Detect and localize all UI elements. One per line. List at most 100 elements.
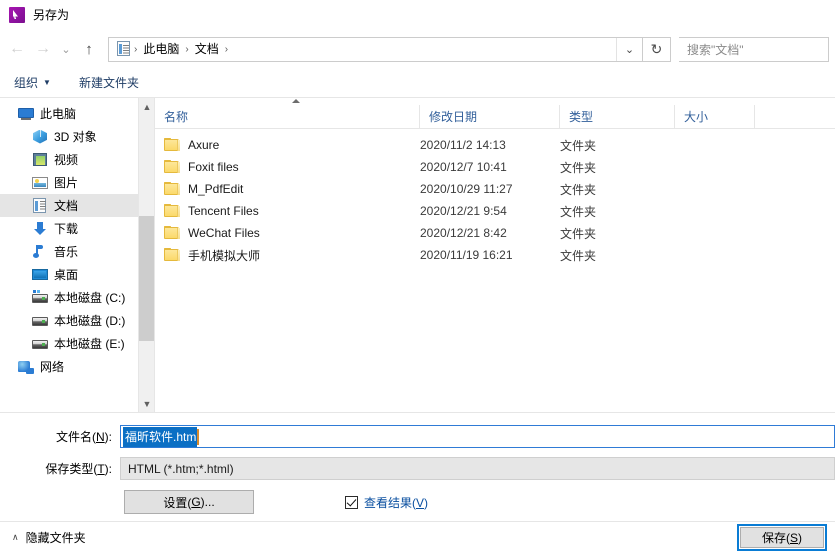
videos-icon bbox=[32, 152, 48, 168]
file-list: 名称 修改日期 类型 大小 Axure 2020/11/2 14:13 文件夹 Fox… bbox=[155, 98, 835, 412]
cell-name: WeChat Files bbox=[155, 226, 420, 240]
sidebar-item-7[interactable]: 桌面 bbox=[0, 263, 154, 286]
organize-button[interactable]: 组织 ▼ bbox=[12, 71, 59, 94]
chevron-up-icon[interactable]: ▲ bbox=[139, 98, 154, 115]
sidebar-item-label: 此电脑 bbox=[40, 107, 77, 121]
text-cursor bbox=[197, 428, 200, 445]
command-bar: 组织 ▼ 新建文件夹 bbox=[0, 68, 835, 98]
cell-name: M_PdfEdit bbox=[155, 182, 420, 196]
sidebar-item-label: 本地磁盘 (D:) bbox=[54, 314, 126, 328]
column-headers: 名称 修改日期 类型 大小 bbox=[155, 105, 835, 129]
sidebar-item-label: 图片 bbox=[54, 176, 79, 190]
breadcrumb-separator: › bbox=[224, 43, 229, 55]
cell-name: Axure bbox=[155, 138, 420, 152]
ascending-caret-icon bbox=[155, 98, 835, 105]
sidebar-item-0[interactable]: 此电脑 bbox=[0, 102, 154, 125]
scrollbar-thumb[interactable] bbox=[139, 216, 154, 341]
cell-type: 文件夹 bbox=[560, 204, 597, 219]
folder-icon bbox=[164, 226, 180, 240]
sidebar-item-label: 下载 bbox=[54, 222, 79, 236]
breadcrumb-item-1[interactable]: 文档 bbox=[190, 39, 224, 59]
view-result-label[interactable]: 查看结果(V) bbox=[364, 494, 428, 511]
filetype-select[interactable]: HTML (*.htm;*.html) bbox=[120, 457, 835, 480]
save-as-dialog: 另存为 ← → ⌄ ↑ › 此电脑 › 文档 › ⌄ ↻ 搜索"文档" 组织 ▼… bbox=[0, 0, 835, 553]
sidebar-item-1[interactable]: 3D 对象 bbox=[0, 125, 154, 148]
folder-tree: 此电脑 3D 对象视频图片文档下载音乐桌面本地磁盘 (C:) 本地磁盘 (D:) 本地… bbox=[0, 98, 154, 378]
save-form: 文件名(N): 福昕软件.htm 保存类型(T): HTML (*.htm;*.… bbox=[0, 413, 835, 521]
sidebar-item-6[interactable]: 音乐 bbox=[0, 240, 154, 263]
cell-type: 文件夹 bbox=[560, 226, 597, 241]
hide-folders-button[interactable]: ∧ 隐藏文件夹 bbox=[12, 529, 86, 546]
sidebar-item-3[interactable]: 图片 bbox=[0, 171, 154, 194]
sidebar-item-4[interactable]: 文档 bbox=[0, 194, 154, 217]
chevron-down-icon[interactable]: ⌄ bbox=[616, 37, 642, 61]
sidebar-item-label: 网络 bbox=[40, 360, 65, 374]
cell-type: 文件夹 bbox=[560, 182, 597, 197]
search-input[interactable]: 搜索"文档" bbox=[679, 36, 829, 62]
cell-date: 2020/11/19 16:21 bbox=[420, 248, 513, 262]
breadcrumb[interactable]: › 此电脑 › 文档 › bbox=[109, 38, 616, 61]
view-result-checkbox-wrap[interactable]: 查看结果(V) bbox=[345, 494, 428, 511]
cell-date: 2020/10/29 11:27 bbox=[420, 182, 513, 196]
new-folder-button[interactable]: 新建文件夹 bbox=[77, 71, 147, 94]
sidebar-item-10[interactable]: 本地磁盘 (E:) bbox=[0, 332, 154, 355]
address-bar[interactable]: › 此电脑 › 文档 › ⌄ ↻ bbox=[108, 36, 671, 62]
checkbox-checked-icon[interactable] bbox=[345, 495, 358, 509]
network-icon bbox=[18, 359, 34, 375]
music-icon bbox=[32, 244, 48, 260]
filename-value: 福昕软件.htm bbox=[123, 426, 198, 447]
sidebar-item-9[interactable]: 本地磁盘 (D:) bbox=[0, 309, 154, 332]
title-bar: 另存为 bbox=[0, 0, 835, 30]
table-row[interactable]: Foxit files 2020/12/7 10:41 文件夹 bbox=[155, 156, 835, 178]
file-name-text: WeChat Files bbox=[188, 226, 260, 240]
folder-icon bbox=[164, 248, 180, 262]
cell-type: 文件夹 bbox=[560, 138, 597, 153]
sidebar-item-5[interactable]: 下载 bbox=[0, 217, 154, 240]
cell-name: Tencent Files bbox=[155, 204, 420, 218]
table-row[interactable]: 手机模拟大师 2020/11/19 16:21 文件夹 bbox=[155, 244, 835, 266]
desktop-icon bbox=[32, 267, 48, 283]
sidebar-item-label: 视频 bbox=[54, 153, 79, 167]
system-drive-icon bbox=[32, 289, 48, 306]
refresh-icon[interactable]: ↻ bbox=[642, 37, 670, 61]
sidebar-item-11[interactable]: 网络 bbox=[0, 355, 154, 378]
breadcrumb-item-0[interactable]: 此电脑 bbox=[138, 39, 184, 59]
save-button[interactable]: 保存(S) bbox=[740, 527, 824, 548]
filename-input[interactable]: 福昕软件.htm bbox=[120, 425, 835, 448]
sidebar-item-label: 桌面 bbox=[54, 268, 79, 282]
table-row[interactable]: WeChat Files 2020/12/21 8:42 文件夹 bbox=[155, 222, 835, 244]
table-row[interactable]: Tencent Files 2020/12/21 9:54 文件夹 bbox=[155, 200, 835, 222]
column-header-name[interactable]: 名称 bbox=[155, 105, 420, 128]
column-header-date[interactable]: 修改日期 bbox=[420, 105, 560, 128]
column-header-filler bbox=[755, 105, 835, 128]
table-row[interactable]: M_PdfEdit 2020/10/29 11:27 文件夹 bbox=[155, 178, 835, 200]
filename-label: 文件名(N): bbox=[55, 430, 112, 444]
folder-icon bbox=[164, 160, 180, 174]
cell-date: 2020/12/21 9:54 bbox=[420, 204, 507, 218]
arrow-right-icon[interactable]: → bbox=[30, 36, 56, 62]
cell-name: 手机模拟大师 bbox=[155, 247, 420, 264]
chevron-down-icon[interactable]: ⌄ bbox=[56, 36, 76, 62]
window-title: 另存为 bbox=[33, 8, 70, 22]
table-row[interactable]: Axure 2020/11/2 14:13 文件夹 bbox=[155, 134, 835, 156]
chevron-down-icon: ▼ bbox=[43, 78, 51, 87]
arrow-up-icon[interactable]: ↑ bbox=[76, 36, 102, 62]
sidebar-item-2[interactable]: 视频 bbox=[0, 148, 154, 171]
folder-icon bbox=[164, 204, 180, 218]
sidebar-scrollbar[interactable]: ▲ ▼ bbox=[138, 98, 154, 412]
file-rows: Axure 2020/11/2 14:13 文件夹 Foxit files 2020/1… bbox=[155, 129, 835, 412]
arrow-left-icon[interactable]: ← bbox=[4, 36, 30, 62]
navigation-bar: ← → ⌄ ↑ › 此电脑 › 文档 › ⌄ ↻ 搜索"文档" bbox=[0, 30, 835, 68]
navigation-sidebar: 此电脑 3D 对象视频图片文档下载音乐桌面本地磁盘 (C:) 本地磁盘 (D:) 本地… bbox=[0, 98, 155, 412]
cell-type: 文件夹 bbox=[560, 160, 597, 175]
column-header-type[interactable]: 类型 bbox=[560, 105, 675, 128]
sidebar-item-8[interactable]: 本地磁盘 (C:) bbox=[0, 286, 154, 309]
drive-icon bbox=[32, 313, 48, 329]
dialog-footer: ∧ 隐藏文件夹 保存(S) bbox=[0, 521, 835, 553]
file-name-text: M_PdfEdit bbox=[188, 182, 244, 196]
settings-button[interactable]: 设置(G)... bbox=[124, 490, 254, 514]
file-name-text: 手机模拟大师 bbox=[188, 248, 261, 263]
column-header-size[interactable]: 大小 bbox=[675, 105, 755, 128]
options-row: 设置(G)... 查看结果(V) bbox=[0, 489, 835, 515]
chevron-down-icon[interactable]: ▼ bbox=[139, 395, 154, 412]
